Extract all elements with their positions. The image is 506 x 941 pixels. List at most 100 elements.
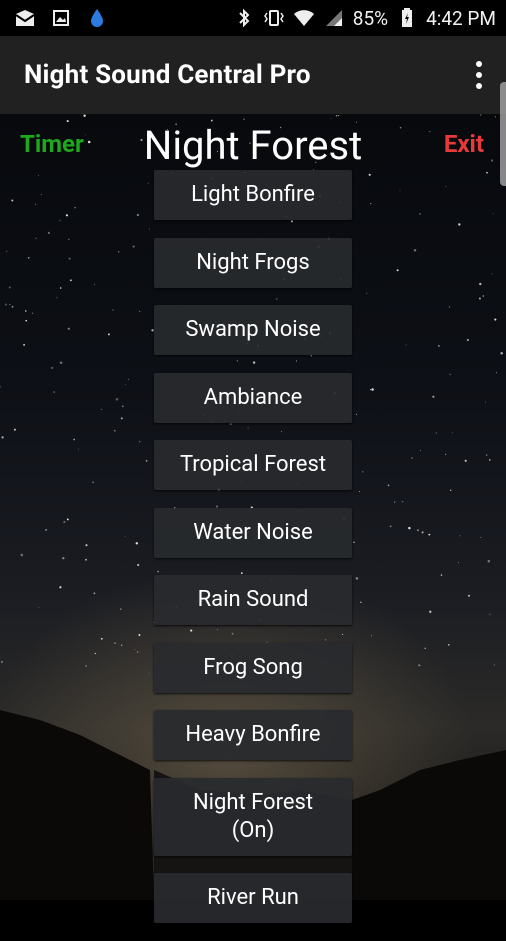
- wifi-icon: [293, 7, 315, 29]
- star: [445, 185, 447, 187]
- star: [139, 441, 141, 443]
- star: [366, 292, 368, 294]
- star: [370, 203, 372, 205]
- star: [449, 489, 452, 492]
- star: [371, 388, 374, 391]
- star: [353, 541, 355, 544]
- star: [419, 449, 421, 451]
- sound-button-river-run[interactable]: River Run: [154, 873, 352, 923]
- star: [59, 361, 63, 365]
- star: [59, 586, 62, 589]
- star: [38, 606, 40, 608]
- star: [124, 536, 126, 537]
- star: [100, 408, 102, 411]
- sound-button-night-forest[interactable]: Night Forest (On): [154, 777, 352, 856]
- star: [355, 577, 359, 580]
- star: [402, 501, 404, 503]
- star: [112, 309, 114, 311]
- sound-button-heavy-bonfire[interactable]: Heavy Bonfire: [154, 710, 352, 760]
- star: [51, 366, 54, 369]
- exit-button[interactable]: Exit: [444, 130, 484, 158]
- sound-button-frog-song[interactable]: Frog Song: [154, 642, 352, 693]
- star: [73, 438, 76, 441]
- sound-button-water-noise[interactable]: Water Noise: [154, 507, 352, 558]
- sound-button-tropical-forest[interactable]: Tropical Forest: [154, 440, 352, 490]
- star: [459, 535, 461, 537]
- star: [9, 303, 11, 305]
- star: [35, 203, 37, 205]
- star: [491, 273, 493, 275]
- star: [387, 484, 390, 487]
- star: [368, 173, 371, 176]
- star: [458, 223, 461, 226]
- sound-button-swamp-noise[interactable]: Swamp Noise: [154, 305, 352, 355]
- app-bar: Night Sound Central Pro: [0, 36, 506, 114]
- star: [399, 189, 401, 192]
- star: [429, 610, 432, 613]
- star: [113, 429, 116, 432]
- star: [1, 436, 4, 439]
- star: [467, 594, 471, 597]
- star: [480, 536, 482, 538]
- sound-button-rain-sound[interactable]: Rain Sound: [154, 575, 352, 625]
- clock: 4:42 PM: [426, 6, 496, 30]
- star: [25, 310, 27, 312]
- sound-button-ambiance[interactable]: Ambiance: [154, 372, 352, 423]
- star: [59, 219, 61, 222]
- star: [92, 481, 94, 483]
- timer-button[interactable]: Timer: [20, 130, 84, 158]
- star: [35, 237, 37, 239]
- star: [85, 544, 88, 547]
- star: [11, 305, 14, 308]
- star: [120, 417, 123, 420]
- star: [23, 343, 26, 346]
- star: [85, 558, 87, 561]
- star: [243, 118, 245, 120]
- star: [145, 460, 148, 462]
- star: [428, 533, 431, 536]
- star: [487, 560, 491, 563]
- star: [107, 333, 110, 336]
- sound-list: Light Bonfire Night Frogs Swamp Noise Am…: [154, 170, 352, 941]
- star: [396, 269, 399, 272]
- image-icon: [50, 7, 72, 29]
- vibrate-icon: [263, 7, 285, 29]
- overflow-menu-icon[interactable]: [474, 61, 484, 89]
- star: [464, 459, 467, 462]
- star: [47, 231, 51, 235]
- star: [479, 282, 482, 286]
- bluetooth-icon: [233, 7, 255, 29]
- star: [136, 213, 140, 217]
- star: [127, 379, 129, 380]
- star: [500, 351, 503, 355]
- star: [494, 116, 496, 118]
- star: [20, 553, 24, 557]
- star: [0, 385, 1, 388]
- app-title: Night Sound Central Pro: [24, 60, 311, 90]
- star: [413, 249, 417, 252]
- star: [478, 297, 481, 300]
- star: [67, 238, 70, 241]
- star: [356, 413, 357, 415]
- star: [6, 250, 8, 252]
- star: [389, 525, 392, 528]
- star: [438, 345, 440, 347]
- star: [488, 459, 491, 461]
- star: [149, 228, 151, 230]
- sound-button-night-frogs[interactable]: Night Frogs: [154, 237, 352, 288]
- scene-header: Night Forest Timer Exit: [0, 122, 506, 169]
- star: [117, 251, 120, 253]
- star: [45, 528, 48, 531]
- star: [121, 405, 124, 408]
- star: [93, 283, 95, 285]
- sound-button-light-bonfire[interactable]: Light Bonfire: [154, 170, 352, 220]
- star: [13, 428, 16, 431]
- star: [132, 245, 135, 248]
- star: [330, 117, 332, 119]
- star: [93, 592, 96, 595]
- star: [53, 391, 55, 393]
- star: [362, 471, 364, 473]
- star: [56, 297, 58, 299]
- star: [25, 319, 28, 322]
- star: [125, 383, 126, 385]
